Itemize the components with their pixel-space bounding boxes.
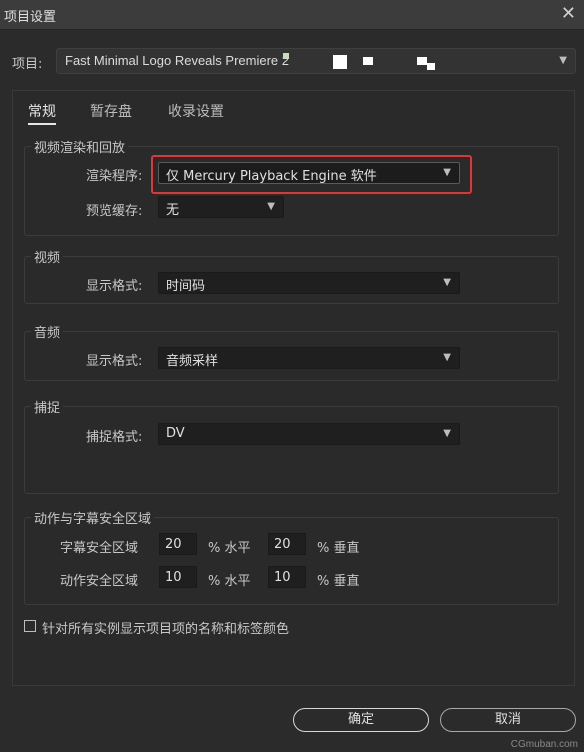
renderer-label: 渲染程序:: [86, 169, 143, 184]
capture-format-select[interactable]: DV ▼: [158, 423, 460, 445]
safe-zones-group: 动作与字幕安全区域: [24, 508, 559, 605]
action-safe-horizontal-unit: % 水平: [208, 574, 251, 589]
tab-ingest-settings[interactable]: 收录设置: [168, 101, 224, 121]
action-safe-vertical-unit: % 垂直: [317, 574, 360, 589]
chevron-down-icon: ▼: [267, 201, 275, 212]
project-name: Fast Minimal Logo Reveals Premiere 2: [65, 53, 289, 68]
ok-button[interactable]: 确定: [293, 708, 429, 732]
chevron-down-icon: ▼: [559, 55, 567, 66]
chevron-down-icon: ▼: [443, 352, 451, 363]
title-safe-label: 字幕安全区域: [60, 541, 139, 556]
title-safe-vertical-input[interactable]: 20: [268, 533, 306, 555]
chevron-down-icon: ▼: [443, 428, 451, 439]
group-title: 音频: [31, 322, 64, 341]
preview-cache-select[interactable]: 无 ▼: [158, 196, 284, 218]
chevron-down-icon: ▼: [443, 277, 451, 288]
project-select[interactable]: Fast Minimal Logo Reveals Premiere 2 ▼: [56, 48, 576, 74]
window-title: 项目设置: [4, 10, 57, 25]
show-label-color-label: 针对所有实例显示项目项的名称和标签颜色: [42, 622, 290, 637]
action-safe-horizontal-input[interactable]: 10: [159, 566, 197, 588]
group-title: 动作与字幕安全区域: [31, 508, 155, 527]
group-title: 捕捉: [31, 397, 64, 416]
redaction-block: [283, 53, 289, 59]
redaction-block: [417, 57, 427, 65]
capture-format-value: DV: [166, 426, 185, 441]
title-safe-horizontal-input[interactable]: 20: [159, 533, 197, 555]
group-title: 视频渲染和回放: [31, 137, 129, 156]
action-safe-label: 动作安全区域: [60, 574, 139, 589]
audio-display-format-label: 显示格式:: [86, 354, 143, 369]
action-safe-vertical-input[interactable]: 10: [268, 566, 306, 588]
redaction-block: [363, 57, 373, 65]
highlight-box: [151, 155, 472, 194]
video-display-format-select[interactable]: 时间码 ▼: [158, 272, 460, 294]
title-safe-vertical-unit: % 垂直: [317, 541, 360, 556]
group-title: 视频: [31, 247, 64, 266]
video-display-format-value: 时间码: [166, 279, 206, 294]
preview-cache-label: 预览缓存:: [86, 204, 143, 219]
close-icon[interactable]: ✕: [561, 4, 576, 24]
tab-scratch-disks[interactable]: 暂存盘: [90, 101, 132, 121]
project-row: 项目: Fast Minimal Logo Reveals Premiere 2…: [0, 46, 584, 76]
title-bar: 项目设置 ✕: [0, 0, 584, 30]
capture-format-label: 捕捉格式:: [86, 430, 143, 445]
cancel-button[interactable]: 取消: [440, 708, 576, 732]
audio-display-format-value: 音频采样: [166, 354, 219, 369]
show-label-color-checkbox[interactable]: [24, 620, 36, 632]
redaction-block: [427, 63, 435, 70]
preview-cache-value: 无: [166, 203, 180, 218]
capture-group: 捕捉: [24, 397, 559, 494]
tab-general[interactable]: 常规: [28, 101, 56, 125]
title-safe-horizontal-unit: % 水平: [208, 541, 251, 556]
audio-display-format-select[interactable]: 音频采样 ▼: [158, 347, 460, 369]
video-display-format-label: 显示格式:: [86, 279, 143, 294]
project-label: 项目:: [12, 57, 43, 72]
watermark: CGmuban.com: [510, 739, 578, 750]
redaction-block: [333, 55, 347, 69]
